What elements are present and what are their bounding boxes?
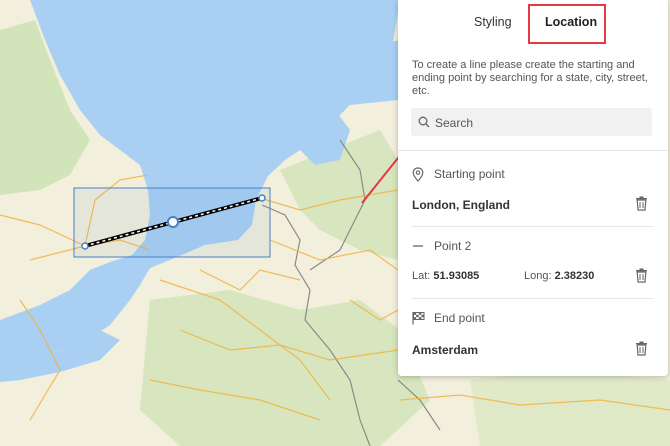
search-box[interactable] <box>411 108 652 136</box>
divider <box>412 298 654 299</box>
search-icon <box>418 116 430 128</box>
point2-lat: Lat: 51.93085 <box>412 270 479 282</box>
end-point-value: Amsterdam <box>412 343 479 357</box>
end-point-marker[interactable] <box>258 194 266 202</box>
dash-icon <box>413 245 423 247</box>
starting-point-value: London, England <box>412 198 510 212</box>
delete-end-trash-icon[interactable] <box>635 341 648 356</box>
tab-highlight-annotation <box>528 4 606 44</box>
point2-long: Long: 2.38230 <box>524 270 594 282</box>
location-panel: Styling Location To create a line please… <box>398 0 668 376</box>
tab-styling[interactable]: Styling <box>474 15 512 29</box>
end-point-heading: End point <box>412 311 612 327</box>
map-pin-icon <box>412 167 424 182</box>
checkered-flag-icon <box>412 312 425 325</box>
lat-label: Lat: <box>412 270 431 282</box>
long-label: Long: <box>524 270 552 282</box>
intro-text: To create a line please create the start… <box>412 59 648 97</box>
divider <box>398 150 668 151</box>
delete-start-trash-icon[interactable] <box>635 196 648 211</box>
divider <box>412 226 654 227</box>
starting-point-label: Starting point <box>434 167 505 181</box>
terrain-patch <box>470 370 670 446</box>
start-point-marker[interactable] <box>81 242 89 250</box>
lat-value: 51.93085 <box>433 270 480 282</box>
delete-point2-trash-icon[interactable] <box>635 268 648 283</box>
search-input[interactable] <box>433 112 647 134</box>
midpoint-marker[interactable] <box>167 216 179 228</box>
end-point-label: End point <box>434 311 485 325</box>
long-value: 2.38230 <box>554 270 595 282</box>
tab-bar: Styling Location <box>398 0 668 48</box>
point2-label: Point 2 <box>434 239 472 253</box>
starting-point-heading: Starting point <box>412 167 612 183</box>
point2-heading: Point 2 <box>412 239 612 255</box>
